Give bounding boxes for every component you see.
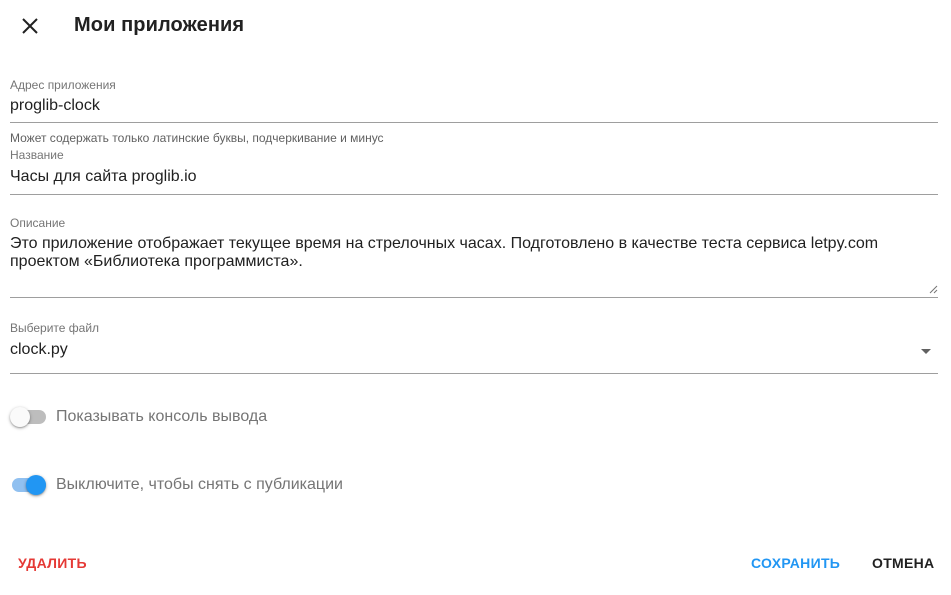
app-name-input[interactable] [10, 166, 938, 188]
delete-button[interactable]: УДАЛИТЬ [18, 548, 87, 578]
app-description-underline [10, 297, 938, 298]
app-name-underline [10, 194, 938, 195]
file-select[interactable]: clock.py [10, 340, 938, 364]
file-select-field: Выберите файл clock.py [10, 321, 938, 374]
publish-toggle-row[interactable]: Выключите, чтобы снять с публикации [10, 471, 343, 499]
app-description-textarea[interactable]: Это приложение отображает текущее время … [10, 235, 938, 297]
dropdown-arrow-icon [921, 349, 931, 354]
publish-toggle-label: Выключите, чтобы снять с публикации [56, 476, 343, 493]
close-icon [22, 18, 38, 34]
console-toggle[interactable] [10, 407, 46, 427]
file-select-label: Выберите файл [10, 321, 100, 335]
app-name-field: Название [10, 148, 938, 195]
app-description-field: Описание Это приложение отображает текущ… [10, 216, 938, 298]
resize-handle-icon[interactable] [929, 285, 938, 294]
console-toggle-label: Показывать консоль вывода [56, 408, 268, 425]
cancel-button[interactable]: ОТМЕНА [872, 548, 934, 578]
console-toggle-thumb [10, 407, 30, 427]
publish-toggle-thumb [26, 475, 46, 495]
app-address-input[interactable] [10, 95, 938, 117]
app-address-field: Адрес приложения Может содержать только … [10, 78, 938, 145]
save-button[interactable]: СОХРАНИТЬ [751, 548, 840, 578]
dialog-header: Мои приложения [0, 0, 951, 54]
app-dialog: Мои приложения Адрес приложения Может со… [0, 0, 951, 595]
file-select-value: clock.py [10, 341, 68, 358]
console-toggle-row[interactable]: Показывать консоль вывода [10, 403, 267, 431]
app-description-label: Описание [10, 216, 66, 230]
publish-toggle[interactable] [10, 475, 46, 495]
app-address-label: Адрес приложения [10, 78, 116, 92]
page-title: Мои приложения [74, 14, 245, 36]
file-select-underline [10, 373, 938, 374]
close-button[interactable] [14, 10, 46, 42]
app-address-underline [10, 122, 938, 123]
app-address-hint: Может содержать только латинские буквы, … [10, 131, 384, 145]
app-name-label: Название [10, 148, 64, 162]
